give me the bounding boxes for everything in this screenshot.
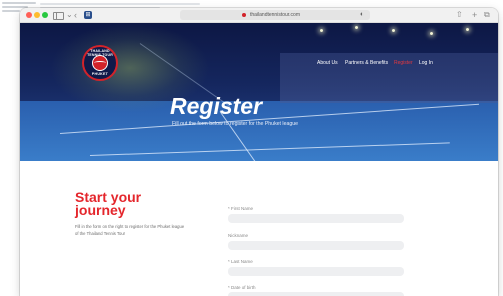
page-title: Register xyxy=(170,93,263,119)
stadium-light xyxy=(430,32,433,35)
last-name-label: * Last Name xyxy=(228,259,253,264)
nickname-field[interactable] xyxy=(228,241,404,250)
tabs-icon[interactable]: ⧉ xyxy=(484,10,490,20)
intro-heading: Start your journey xyxy=(75,189,142,218)
address-bar[interactable]: thailandtennistour.com ◐ xyxy=(180,10,370,20)
stadium-stands xyxy=(280,53,498,103)
hero-banner: THAILAND TENNIS TOUR PHUKET About Us Par… xyxy=(20,23,498,161)
minimize-window-button[interactable] xyxy=(34,12,40,18)
intro-description: Fill in the form on the right to registe… xyxy=(75,224,185,236)
nav-about-us[interactable]: About Us xyxy=(317,60,338,67)
sidebar-toggle-icon[interactable] xyxy=(53,11,64,20)
reload-icon[interactable]: ◐ xyxy=(360,10,364,20)
maximize-window-button[interactable] xyxy=(42,12,48,18)
close-window-button[interactable] xyxy=(26,12,32,18)
tennis-ball-icon xyxy=(92,55,108,71)
new-tab-icon[interactable]: + xyxy=(472,10,477,20)
nav-partners-benefits[interactable]: Partners & Benefits xyxy=(345,60,388,67)
page-subtitle: Fill out the form below to register for … xyxy=(172,121,299,127)
registration-section: Start your journey Fill in the form on t… xyxy=(20,161,498,296)
chevron-down-icon[interactable]: ⌄ xyxy=(66,10,73,20)
back-arrow-icon[interactable]: ‹ xyxy=(74,10,77,20)
first-name-field[interactable] xyxy=(228,214,404,223)
date-of-birth-field[interactable] xyxy=(228,292,404,296)
stadium-light xyxy=(392,29,395,32)
background-text-line xyxy=(2,10,20,12)
browser-window: ⌄ ‹ ⊞ thailandtennistour.com ◐ ⇧ + ⧉ THA… xyxy=(20,8,498,296)
stadium-light xyxy=(320,29,323,32)
first-name-label: * First Name xyxy=(228,206,254,211)
logo-location: PHUKET xyxy=(91,72,109,76)
nav-log-in[interactable]: Log In xyxy=(419,60,433,67)
stadium-light xyxy=(355,26,358,29)
tab-overview-icon[interactable]: ⊞ xyxy=(84,11,92,19)
browser-toolbar: ⌄ ‹ ⊞ thailandtennistour.com ◐ ⇧ + ⧉ xyxy=(20,8,498,23)
background-text-line xyxy=(2,2,36,4)
nav-register[interactable]: Register xyxy=(394,60,413,67)
stadium-light xyxy=(466,28,469,31)
share-icon[interactable]: ⇧ xyxy=(456,10,463,20)
date-of-birth-label: * Date of birth xyxy=(228,285,256,290)
site-logo[interactable]: THAILAND TENNIS TOUR PHUKET xyxy=(82,45,118,81)
last-name-field[interactable] xyxy=(228,267,404,276)
background-text-line xyxy=(40,3,200,5)
nickname-label: Nickname xyxy=(228,233,249,238)
address-url: thailandtennistour.com xyxy=(249,12,301,18)
